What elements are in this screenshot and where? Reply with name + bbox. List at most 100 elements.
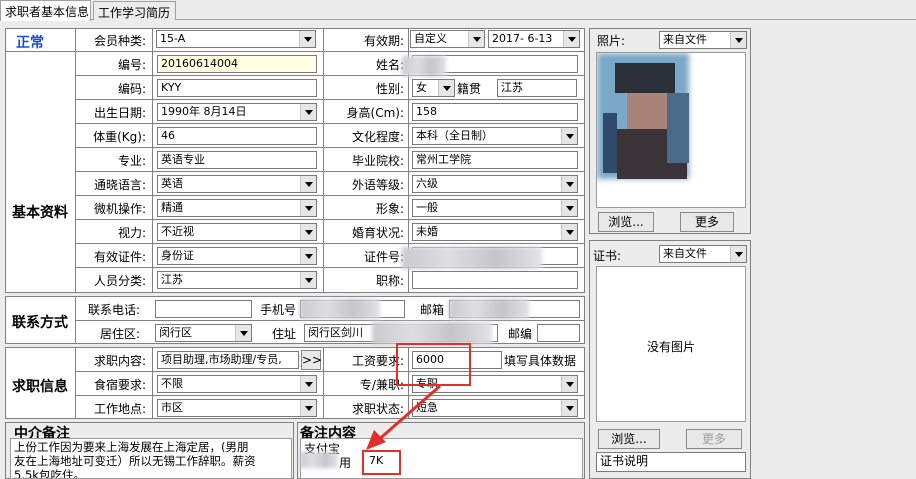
status-label: 正常: [16, 35, 44, 51]
title-field[interactable]: [412, 271, 578, 289]
birth-label: 出生日期:: [93, 106, 146, 120]
code-label: 编码:: [117, 82, 146, 96]
redacted-id-number: [402, 247, 542, 269]
weight-field[interactable]: 46: [157, 127, 317, 145]
language-label: 通晓语言:: [93, 178, 146, 192]
annotation-arrow: [366, 384, 441, 450]
chevron-down-icon: [730, 246, 746, 262]
salary-label: 工资要求:: [351, 354, 404, 368]
weight-label: 体重(Kg):: [93, 130, 146, 144]
major-label: 专业:: [117, 154, 146, 168]
chevron-down-icon: [300, 176, 316, 192]
chevron-down-icon: [561, 176, 577, 192]
district-select[interactable]: 闵行区: [155, 324, 252, 342]
gender-label: 性别:: [375, 82, 404, 96]
section-job: 求职信息: [12, 379, 68, 395]
number-label: 编号:: [117, 58, 146, 72]
number-field[interactable]: 20160614004: [157, 55, 317, 73]
board-label: 食宿要求:: [93, 378, 146, 392]
chevron-down-icon: [561, 200, 577, 216]
redacted-email: [449, 299, 529, 319]
chevron-down-icon: [468, 31, 484, 47]
member-type-label: 会员种类:: [93, 34, 146, 48]
image-label: 形象:: [375, 202, 404, 216]
phone-field[interactable]: [155, 300, 252, 318]
chevron-down-icon: [300, 400, 316, 416]
validity-date-picker[interactable]: 2017- 6-13: [488, 30, 580, 48]
chevron-down-icon: [730, 32, 746, 48]
chevron-down-icon: [300, 376, 316, 392]
chevron-down-icon: [561, 128, 577, 144]
more-jobs-button[interactable]: >>: [301, 350, 322, 370]
validity-label: 有效期:: [363, 34, 404, 48]
tab-basic-info[interactable]: 求职者基本信息: [0, 0, 91, 21]
education-select[interactable]: 本科（全日制）: [412, 127, 578, 145]
id-doc-label: 有效证件:: [93, 250, 146, 264]
native-field[interactable]: 江苏: [497, 79, 577, 97]
cert-source-select[interactable]: 来自文件: [659, 245, 747, 263]
tab-work-history[interactable]: 工作学习简历: [93, 1, 176, 20]
cert-more-button[interactable]: 更多: [686, 429, 742, 449]
phone-label: 联系电话:: [87, 303, 140, 317]
vision-select[interactable]: 不近视: [157, 223, 317, 241]
district-label: 居住区:: [99, 327, 140, 341]
computer-select[interactable]: 精通: [157, 199, 317, 217]
major-field[interactable]: 英语专业: [157, 151, 317, 169]
chevron-down-icon: [300, 224, 316, 240]
computer-label: 微机操作:: [93, 202, 146, 216]
chevron-down-icon: [438, 80, 454, 96]
photo-more-button[interactable]: 更多: [680, 212, 734, 232]
location-select[interactable]: 市区: [157, 399, 317, 417]
chevron-down-icon: [300, 200, 316, 216]
no-picture-text: 没有图片: [646, 340, 695, 354]
language-select[interactable]: 英语: [157, 175, 317, 193]
cert-description-field[interactable]: 证书说明: [596, 452, 746, 472]
image-select[interactable]: 一般: [412, 199, 578, 217]
height-label: 身高(Cm):: [346, 106, 404, 120]
remark-line-2: 用: [339, 456, 352, 470]
foreign-level-select[interactable]: 六级: [412, 175, 578, 193]
marital-select[interactable]: 未婚: [412, 223, 578, 241]
photo-source-select[interactable]: 来自文件: [659, 31, 747, 49]
validity-type-select[interactable]: 自定义: [410, 30, 485, 48]
native-label: 籍贯: [457, 82, 482, 96]
salary-hint: 填写具体数据: [504, 354, 577, 368]
job-content-field[interactable]: 项目助理,市场助理/专员,: [157, 351, 299, 369]
chevron-down-icon: [561, 400, 577, 416]
chevron-down-icon: [299, 31, 315, 47]
cert-label: 证书:: [593, 249, 622, 263]
postcode-label: 邮编: [507, 327, 532, 341]
redacted-remark: [300, 452, 338, 468]
code-field[interactable]: KYY: [157, 79, 317, 97]
agent-memo-textarea[interactable]: 上份工作因为要来上海发展在上海定居，(男朋 友在上海地址可变迁）所以无锡工作辞职…: [10, 438, 292, 479]
chevron-down-icon: [561, 376, 577, 392]
mobile-label: 手机号: [259, 303, 296, 317]
section-basic-info: 基本资料: [12, 205, 68, 221]
redacted-mobile: [300, 299, 380, 319]
height-field[interactable]: 158: [412, 103, 578, 121]
foreign-level-label: 外语等级:: [351, 178, 404, 192]
school-label: 毕业院校:: [351, 154, 404, 168]
marital-label: 婚育状况:: [351, 226, 404, 240]
photo-browse-button[interactable]: 浏览...: [598, 212, 654, 232]
name-label: 姓名:: [375, 58, 404, 72]
board-select[interactable]: 不限: [157, 375, 317, 393]
email-label: 邮箱: [419, 303, 444, 317]
category-select[interactable]: 江苏: [157, 271, 317, 289]
id-number-label: 证件号:: [363, 250, 404, 264]
postcode-field[interactable]: [537, 324, 580, 342]
birth-date-picker[interactable]: 1990年 8月14日: [157, 103, 317, 121]
id-doc-select[interactable]: 身份证: [157, 247, 317, 265]
redacted-name: [402, 56, 446, 76]
category-label: 人员分类:: [93, 274, 146, 288]
title-label: 职称:: [375, 274, 404, 288]
cert-browse-button[interactable]: 浏览...: [598, 429, 660, 449]
vision-label: 视力:: [117, 226, 146, 240]
photo-image: [596, 52, 746, 208]
school-field[interactable]: 常州工学院: [412, 151, 578, 169]
location-label: 工作地点:: [93, 402, 146, 416]
gender-select[interactable]: 女: [412, 79, 455, 97]
chevron-down-icon: [300, 272, 316, 288]
member-type-select[interactable]: 15-A: [156, 30, 316, 48]
photo-label: 照片:: [597, 34, 626, 48]
